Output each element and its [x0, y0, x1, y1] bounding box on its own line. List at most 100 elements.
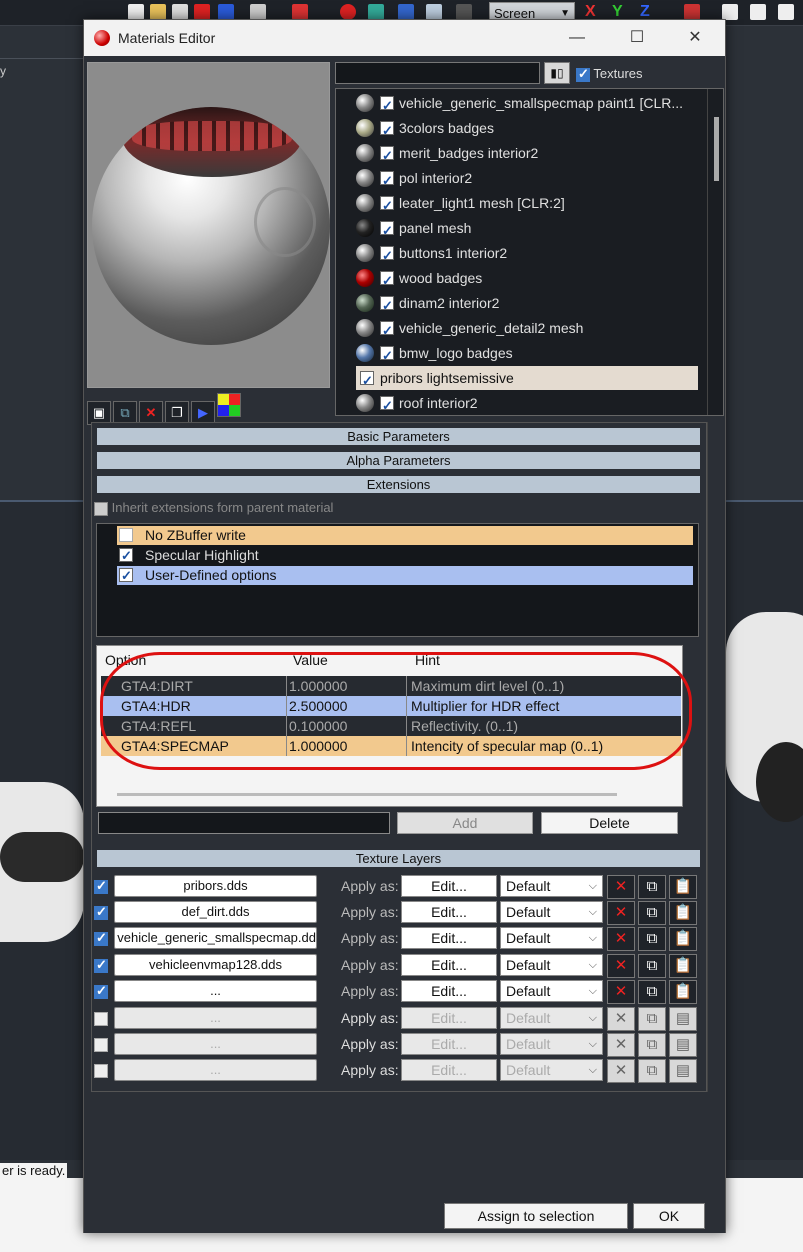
list-item[interactable]: dinam2 interior2: [356, 291, 698, 318]
import-icon[interactable]: [218, 4, 234, 20]
material-checkbox[interactable]: [380, 344, 394, 368]
edit-layer-button[interactable]: Edit...: [401, 1007, 497, 1029]
copy-layer-icon[interactable]: ⧉: [638, 980, 666, 1004]
list-item[interactable]: merit_badges interior2: [356, 141, 698, 168]
copy-layer-icon[interactable]: ⧉: [638, 1059, 666, 1083]
paste-layer-icon[interactable]: 📋: [669, 927, 697, 951]
delete-icon[interactable]: [194, 4, 210, 20]
edit-layer-button[interactable]: Edit...: [401, 927, 497, 949]
list-item[interactable]: wood badges: [356, 266, 698, 293]
layer-checkbox[interactable]: [94, 1012, 108, 1026]
new-file-icon[interactable]: [128, 4, 144, 20]
add-option-button[interactable]: Add: [397, 812, 533, 834]
texture-file-button[interactable]: ...: [114, 1033, 317, 1055]
user-options-table[interactable]: Option Value Hint GTA4:DIRT 1.000000 Max…: [96, 645, 683, 807]
table-vertical-scrollbar[interactable]: [683, 645, 695, 835]
paste-layer-icon[interactable]: 📋: [669, 980, 697, 1004]
open-folder-icon[interactable]: [150, 4, 166, 20]
layer-checkbox[interactable]: [94, 878, 108, 894]
material-list-scrollbar[interactable]: [707, 89, 723, 415]
extension-checkbox[interactable]: [119, 528, 133, 542]
layer-checkbox[interactable]: [94, 1064, 108, 1078]
column-value[interactable]: Value: [293, 652, 328, 668]
list-item[interactable]: pol interior2: [356, 166, 698, 193]
material-checkbox[interactable]: [380, 219, 394, 243]
paste-layer-icon[interactable]: 📋: [669, 875, 697, 899]
blend-mode-select[interactable]: Default ⌵: [500, 1033, 603, 1055]
remove-layer-icon[interactable]: ✕: [607, 927, 635, 951]
extension-user-defined[interactable]: User-Defined options: [117, 566, 693, 585]
material-checkbox[interactable]: [380, 119, 394, 143]
material-checkbox[interactable]: [380, 94, 394, 118]
texture-file-button[interactable]: ...: [114, 1059, 317, 1081]
scrollbar-thumb[interactable]: [714, 117, 719, 181]
material-list[interactable]: vehicle_generic_smallspecmap paint1 [CLR…: [335, 88, 724, 416]
cube-icon[interactable]: [722, 4, 738, 20]
material-checkbox[interactable]: [380, 269, 394, 293]
texture-file-button[interactable]: pribors.dds: [114, 875, 317, 897]
copy-layer-icon[interactable]: ⧉: [638, 954, 666, 978]
paste-layer-icon[interactable]: ▤: [669, 1059, 697, 1083]
undo-icon[interactable]: [398, 4, 414, 20]
blend-mode-select[interactable]: Default ⌵: [500, 1059, 603, 1081]
texture-file-button[interactable]: ...: [114, 980, 317, 1002]
viewport-left[interactable]: [0, 500, 84, 1160]
material-checkbox[interactable]: [360, 369, 374, 393]
table-horizontal-scrollbar[interactable]: [117, 793, 617, 796]
list-item[interactable]: roof interior2: [356, 391, 698, 415]
blend-mode-select[interactable]: Default ⌵: [500, 875, 603, 897]
rollout-alpha-parameters[interactable]: Alpha Parameters: [97, 452, 700, 469]
copy-layer-icon[interactable]: ⧉: [638, 927, 666, 951]
color-grid-icon[interactable]: [217, 393, 241, 417]
rollout-extensions[interactable]: Extensions: [97, 476, 700, 493]
copy-layer-icon[interactable]: ⧉: [638, 875, 666, 899]
export-icon[interactable]: [250, 4, 266, 20]
inherit-extensions-toggle[interactable]: Inherit extensions form parent material: [94, 500, 333, 516]
rollout-scrollbar[interactable]: [707, 422, 723, 1092]
material-checkbox[interactable]: [380, 319, 394, 343]
cube-alt-icon[interactable]: [750, 4, 766, 20]
remove-layer-icon[interactable]: ✕: [607, 1007, 635, 1031]
material-checkbox[interactable]: [380, 144, 394, 168]
layer-checkbox[interactable]: [94, 904, 108, 920]
filter-button[interactable]: ▮▯: [544, 62, 570, 84]
extension-specular-highlight[interactable]: Specular Highlight: [117, 546, 693, 565]
extension-checkbox[interactable]: [119, 546, 133, 565]
list-item-selected[interactable]: pribors lightsemissive: [356, 366, 698, 393]
paste-layer-icon[interactable]: 📋: [669, 901, 697, 925]
edit-layer-button[interactable]: Edit...: [401, 901, 497, 923]
list-item[interactable]: panel mesh: [356, 216, 698, 243]
save-icon[interactable]: [172, 4, 188, 20]
extension-no-zbuffer[interactable]: No ZBuffer write: [117, 526, 693, 545]
magnet-icon[interactable]: [292, 4, 308, 20]
material-ball-icon[interactable]: [340, 4, 356, 20]
layer-checkbox[interactable]: [94, 930, 108, 946]
remove-layer-icon[interactable]: ✕: [607, 1033, 635, 1057]
remove-layer-icon[interactable]: ✕: [607, 875, 635, 899]
column-option[interactable]: Option: [105, 652, 146, 668]
list-item[interactable]: bmw_logo badges: [356, 341, 698, 368]
copy-layer-icon[interactable]: ⧉: [638, 901, 666, 925]
textures-toggle[interactable]: Textures: [576, 66, 643, 82]
texture-file-button[interactable]: def_dirt.dds: [114, 901, 317, 923]
table-row[interactable]: GTA4:DIRT 1.000000 Maximum dirt level (0…: [101, 676, 681, 696]
material-checkbox[interactable]: [380, 244, 394, 268]
table-row[interactable]: GTA4:SPECMAP 1.000000 Intencity of specu…: [101, 736, 681, 756]
delete-option-button[interactable]: Delete: [541, 812, 678, 834]
blend-mode-select[interactable]: Default ⌵: [500, 927, 603, 949]
list-item[interactable]: 3colors badges: [356, 116, 698, 143]
rollout-basic-parameters[interactable]: Basic Parameters: [97, 428, 700, 445]
material-checkbox[interactable]: [380, 394, 394, 415]
material-checkbox[interactable]: [380, 169, 394, 193]
edit-layer-button[interactable]: Edit...: [401, 954, 497, 976]
extensions-list[interactable]: No ZBuffer write Specular Highlight User…: [96, 523, 699, 637]
paste-layer-icon[interactable]: 📋: [669, 954, 697, 978]
list-item[interactable]: buttons1 interior2: [356, 241, 698, 268]
material-checkbox[interactable]: [380, 194, 394, 218]
layer-checkbox[interactable]: [94, 1038, 108, 1052]
paste-layer-icon[interactable]: ▤: [669, 1033, 697, 1057]
snap-icon[interactable]: [684, 4, 700, 20]
ok-button[interactable]: OK: [633, 1203, 705, 1229]
cube-third-icon[interactable]: [778, 4, 794, 20]
blend-mode-select[interactable]: Default ⌵: [500, 980, 603, 1002]
